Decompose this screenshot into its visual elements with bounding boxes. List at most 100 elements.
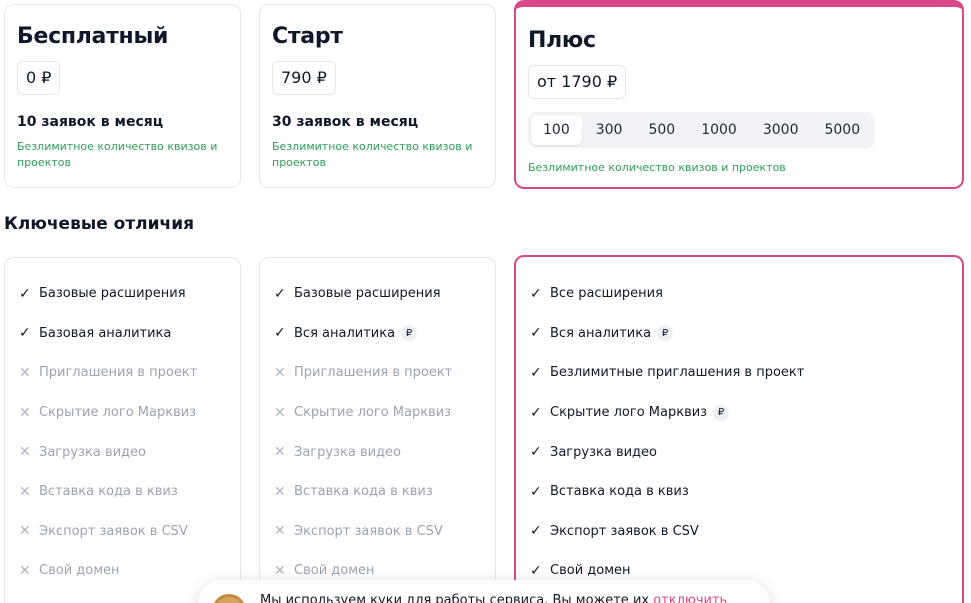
check-icon: ✓	[530, 562, 542, 579]
plan-card-start[interactable]: Старт 790 ₽ 30 заявок в месяц Безлимитно…	[259, 4, 496, 188]
feature-item: ✕ Приглашения в проект	[274, 353, 483, 393]
cross-icon: ✕	[19, 404, 31, 421]
features-card-plus: ✓ Все расширения ✓ Вся аналитика ₽ ✓ Безлимитн…	[514, 255, 964, 603]
cross-icon: ✕	[274, 523, 286, 540]
feature-label: Экспорт заявок в CSV	[294, 523, 443, 539]
check-icon: ✓	[530, 285, 542, 302]
cross-icon: ✕	[274, 483, 286, 500]
feature-list: ✓ Базовые расширения ✓ Базовая аналитика ✕ Пр…	[19, 274, 228, 591]
cookie-text: Мы используем куки для работы сервиса. В…	[260, 592, 727, 603]
check-icon: ✓	[530, 404, 542, 421]
feature-label: Скрытие лого Марквиз	[550, 405, 708, 421]
price-badge: 0 ₽	[17, 61, 61, 95]
feature-label: Вся аналитика	[294, 325, 396, 341]
feature-item: ✓ Скрытие лого Марквиз ₽	[530, 393, 950, 433]
plan-card-plus[interactable]: Плюс от 1790 ₽ 100 300 500 1000 3000 500…	[514, 0, 964, 189]
plan-title: Бесплатный	[17, 24, 169, 49]
feature-label: Вставка кода в квиз	[294, 484, 433, 500]
price-badge: от 1790 ₽	[528, 65, 627, 99]
check-icon: ✓	[530, 444, 542, 461]
cross-icon: ✕	[19, 523, 31, 540]
cookie-disable-link[interactable]: отключить	[653, 593, 727, 603]
feature-label: Безлимитные приглашения в проект	[550, 365, 805, 381]
feature-item: ✕ Приглашения в проект	[19, 353, 228, 393]
feature-label: Базовая аналитика	[39, 325, 172, 341]
feature-label: Вставка кода в квиз	[39, 484, 178, 500]
feature-item: ✓ Вставка кода в квиз	[530, 472, 950, 512]
check-icon: ✓	[530, 325, 542, 342]
feature-label: Свой домен	[550, 563, 631, 579]
plan-note: Безлимитное количество квизов и проектов	[17, 140, 218, 169]
feature-label: Приглашения в проект	[294, 365, 453, 381]
paid-feature-badge[interactable]: ₽	[401, 325, 418, 342]
feature-label: Вставка кода в квиз	[550, 484, 689, 500]
feature-item: ✓ Экспорт заявок в CSV	[530, 512, 950, 552]
cookie-banner: Мы используем куки для работы сервиса. В…	[198, 580, 770, 603]
feature-item: ✕ Экспорт заявок в CSV	[274, 512, 483, 552]
cross-icon: ✕	[274, 562, 286, 579]
feature-label: Все расширения	[550, 286, 663, 302]
feature-item: ✓ Безлимитные приглашения в проект	[530, 353, 950, 393]
feature-item: ✕ Свой домен	[19, 551, 228, 591]
leads-option-1000[interactable]: 1000	[689, 115, 749, 145]
feature-item: ✓ Вся аналитика ₽	[274, 314, 483, 354]
paid-feature-badge[interactable]: ₽	[657, 325, 674, 342]
feature-label: Базовые расширения	[39, 286, 186, 302]
feature-item: ✕ Скрытие лого Марквиз	[19, 393, 228, 433]
feature-label: Приглашения в проект	[39, 365, 198, 381]
feature-label: Свой домен	[39, 563, 120, 579]
feature-label: Базовые расширения	[294, 286, 441, 302]
leads-option-3000[interactable]: 3000	[751, 115, 811, 145]
feature-item: ✓ Загрузка видео	[530, 432, 950, 472]
check-icon: ✓	[19, 285, 31, 302]
cross-icon: ✕	[19, 483, 31, 500]
feature-item: ✓ Базовая аналитика	[19, 314, 228, 354]
cross-icon: ✕	[274, 364, 286, 381]
check-icon: ✓	[274, 325, 286, 342]
feature-label: Загрузка видео	[294, 444, 401, 460]
price-badge: 790 ₽	[272, 61, 336, 95]
plan-note: Безлимитное количество квизов и проектов	[528, 161, 786, 174]
feature-label: Загрузка видео	[550, 444, 657, 460]
feature-item: ✓ Вся аналитика ₽	[530, 314, 950, 354]
check-icon: ✓	[530, 523, 542, 540]
feature-item: ✕ Вставка кода в квиз	[19, 472, 228, 512]
leads-option-5000[interactable]: 5000	[812, 115, 872, 145]
cross-icon: ✕	[274, 404, 286, 421]
feature-item: ✕ Загрузка видео	[19, 432, 228, 472]
plan-card-free[interactable]: Бесплатный 0 ₽ 10 заявок в месяц Безлими…	[4, 4, 241, 188]
section-title: Ключевые отличия	[4, 214, 195, 234]
feature-item: ✕ Скрытие лого Марквиз	[274, 393, 483, 433]
feature-label: Загрузка видео	[39, 444, 146, 460]
check-icon: ✓	[19, 325, 31, 342]
feature-item: ✕ Загрузка видео	[274, 432, 483, 472]
cross-icon: ✕	[274, 444, 286, 461]
paid-feature-badge[interactable]: ₽	[713, 404, 730, 421]
leads-option-100[interactable]: 100	[531, 115, 582, 145]
feature-label: Экспорт заявок в CSV	[39, 523, 188, 539]
feature-item: ✕ Вставка кода в квиз	[274, 472, 483, 512]
plan-title: Плюс	[528, 28, 596, 53]
feature-item: ✓ Базовые расширения	[274, 274, 483, 314]
cross-icon: ✕	[19, 364, 31, 381]
cookie-icon	[212, 594, 246, 603]
leads-option-500[interactable]: 500	[636, 115, 687, 145]
features-card-free: ✓ Базовые расширения ✓ Базовая аналитика ✕ Пр…	[4, 257, 241, 603]
plan-note: Безлимитное количество квизов и проектов	[272, 140, 473, 169]
leads-option-300[interactable]: 300	[584, 115, 635, 145]
features-card-start: ✓ Базовые расширения ✓ Вся аналитика ₽ ✕ Пригл…	[259, 257, 496, 603]
feature-item: ✓ Базовые расширения	[19, 274, 228, 314]
plan-limit: 10 заявок в месяц	[17, 114, 164, 130]
leads-volume-selector: 100 300 500 1000 3000 5000	[528, 112, 876, 148]
cross-icon: ✕	[19, 444, 31, 461]
plan-title: Старт	[272, 24, 343, 49]
feature-label: Скрытие лого Марквиз	[39, 405, 197, 421]
feature-list: ✓ Базовые расширения ✓ Вся аналитика ₽ ✕ Пригл…	[274, 274, 483, 591]
cookie-message: Мы используем куки для работы сервиса. В…	[260, 593, 654, 603]
cross-icon: ✕	[19, 562, 31, 579]
feature-item: ✓ Все расширения	[530, 274, 950, 314]
check-icon: ✓	[530, 364, 542, 381]
feature-label: Вся аналитика	[550, 325, 652, 341]
feature-item: ✕ Экспорт заявок в CSV	[19, 512, 228, 552]
feature-label: Свой домен	[294, 563, 375, 579]
